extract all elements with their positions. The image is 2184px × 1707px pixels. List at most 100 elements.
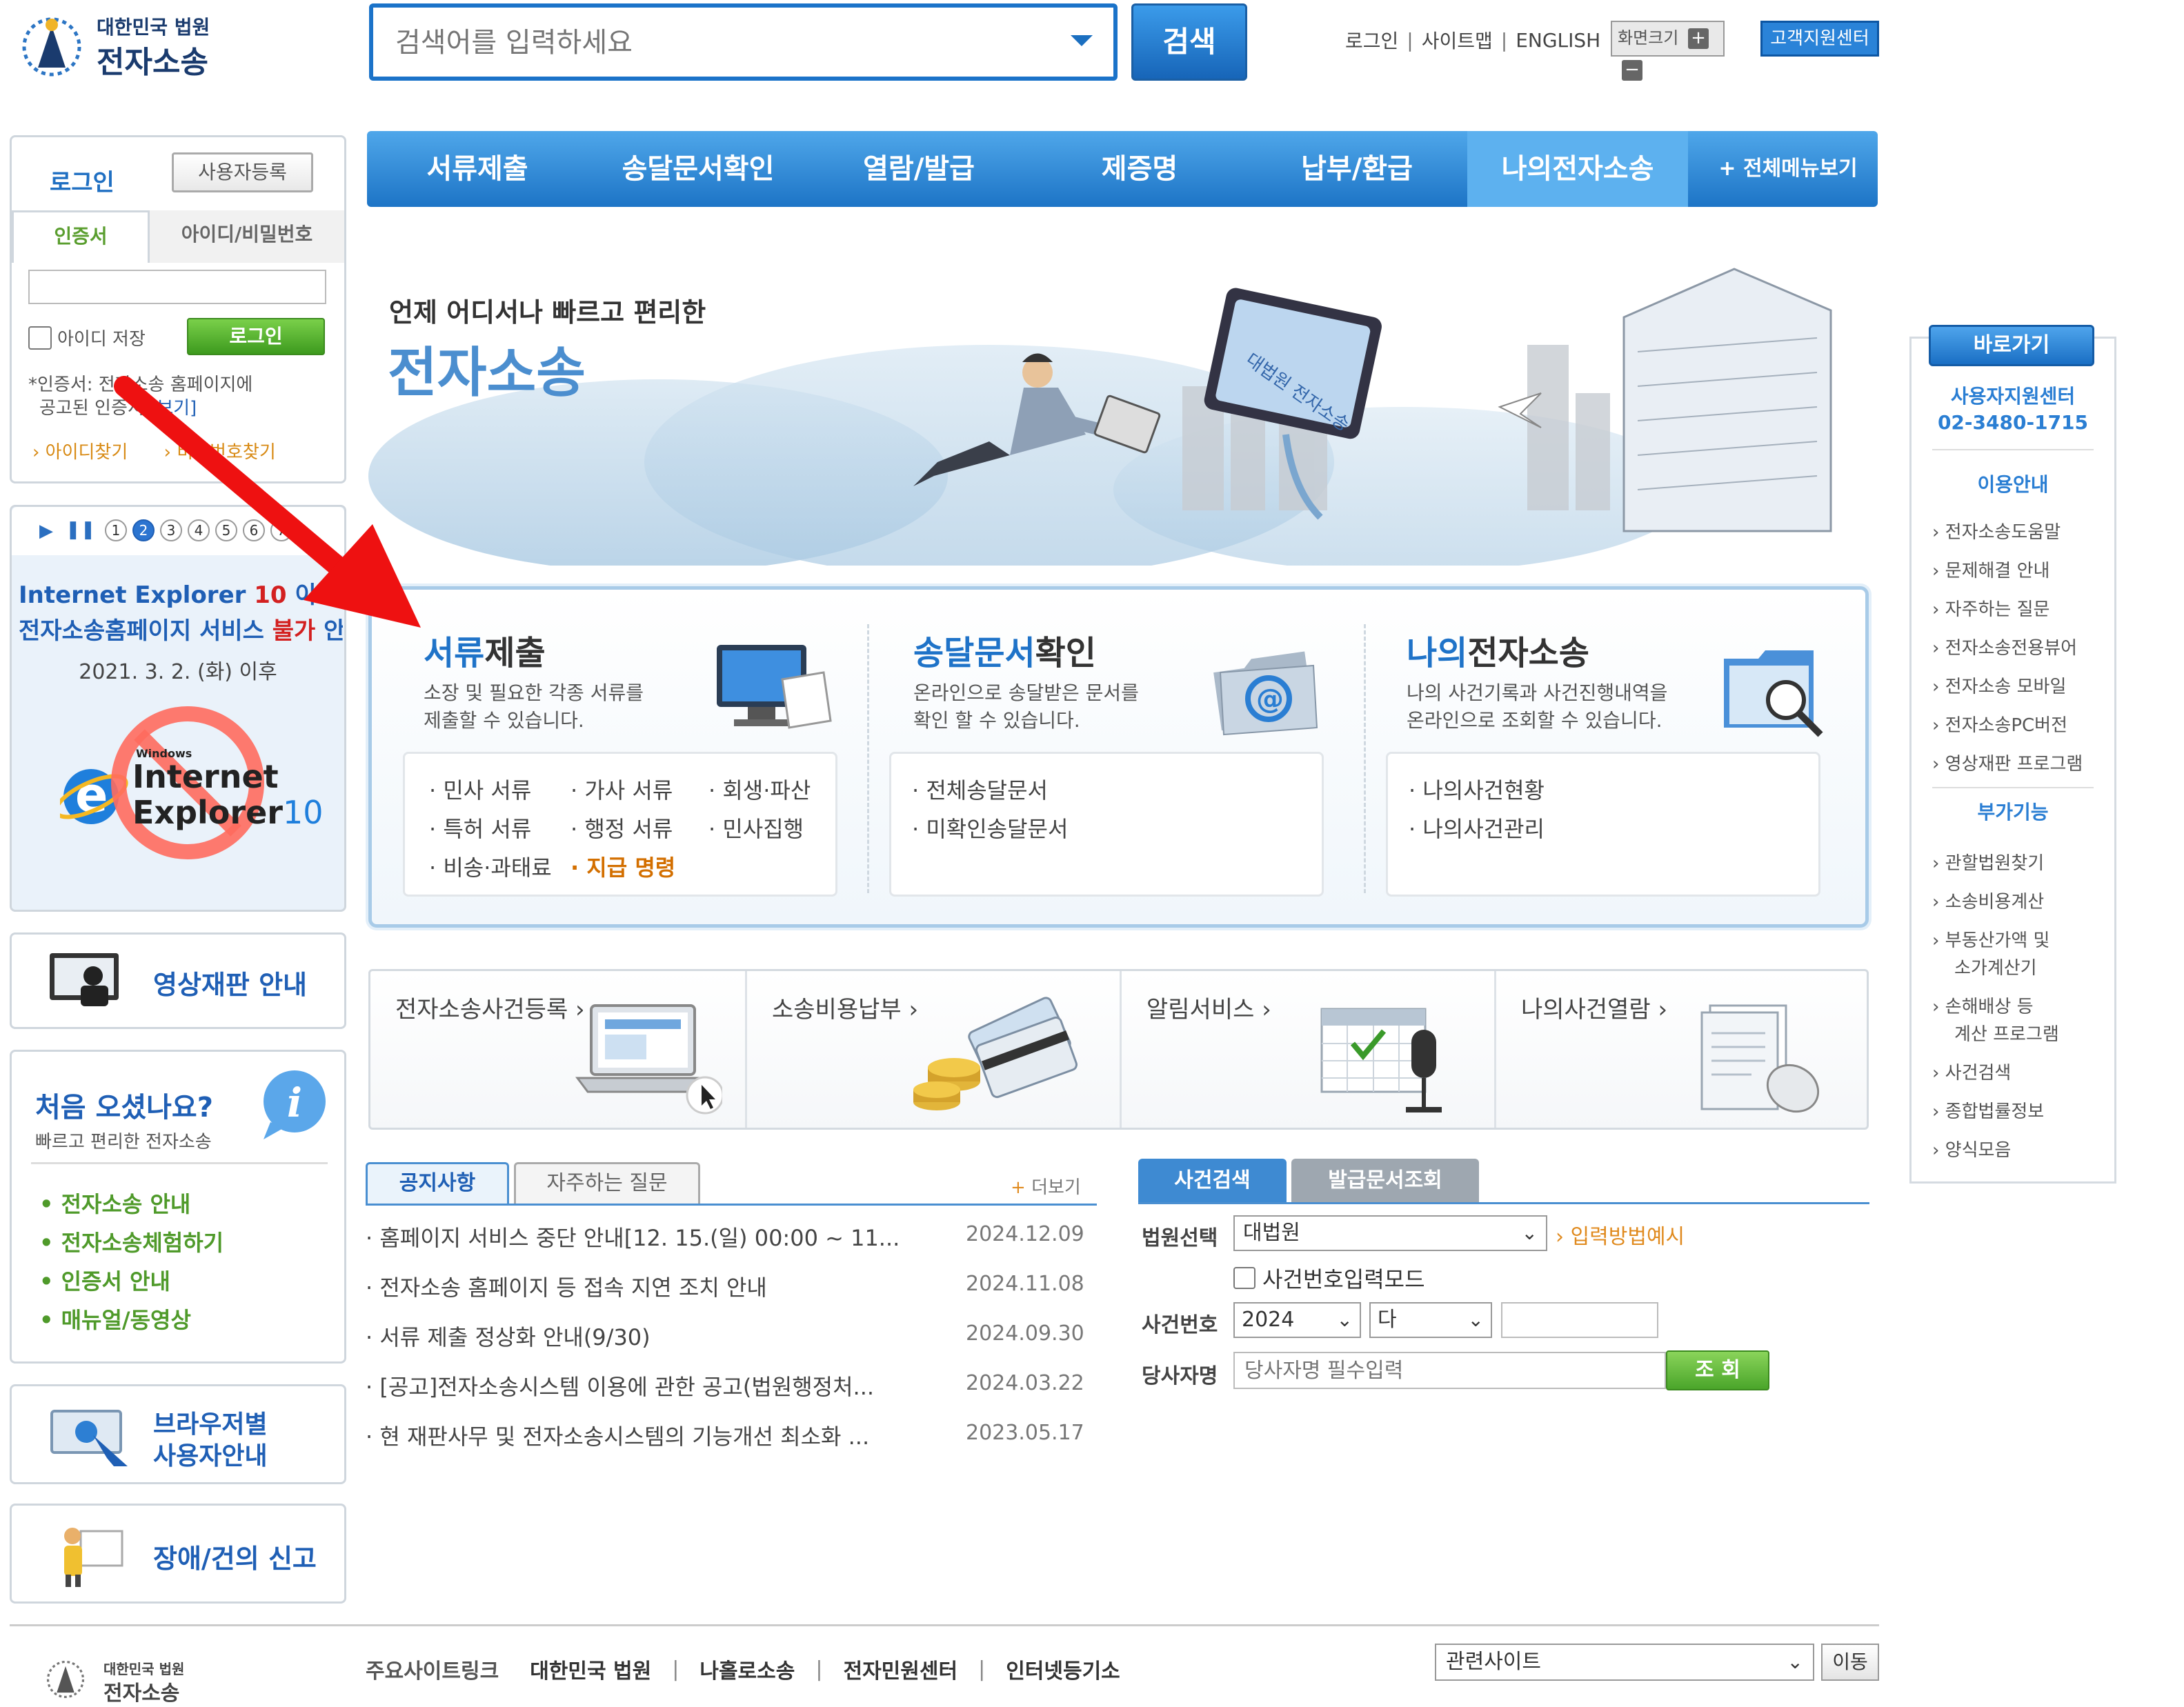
notice-row[interactable]: · [공고]전자소송시스템 이용에 관한 공고(법원행정처... — [366, 1370, 874, 1401]
video-trial-link[interactable]: 영상재판 안내 — [10, 932, 346, 1029]
font-minus-button[interactable]: − — [1622, 60, 1642, 81]
nav-item-my-case[interactable]: 나의전자소송 — [1467, 131, 1688, 207]
support-center-button[interactable]: 고객지원센터 — [1760, 21, 1879, 57]
footer-link-civil-petition[interactable]: 전자민원센터 — [843, 1654, 957, 1684]
nav-item-view-issue[interactable]: 열람/발급 — [808, 131, 1029, 207]
ie-text-1: Internet — [132, 758, 279, 795]
quick-link[interactable]: › 자주하는 질문 — [1932, 595, 2049, 621]
link-payment-order[interactable]: · 지급 명령 — [570, 850, 675, 882]
service-document-submit[interactable]: 서류제출 소장 및 필요한 각종 서류를 제출할 수 있습니다. · 민사 서류 … — [372, 590, 868, 924]
footer-link-court[interactable]: 대한민국 법원 — [530, 1654, 651, 1684]
divider — [1932, 787, 2094, 788]
link-civil[interactable]: · 민사 서류 — [429, 773, 531, 805]
quick-link[interactable]: › 영상재판 프로그램 — [1932, 750, 2083, 775]
nav-item-service-check[interactable]: 송달문서확인 — [588, 131, 808, 207]
nav-item-document-submit[interactable]: 서류제출 — [367, 131, 588, 207]
quick-link[interactable]: › 전자소송전용뷰어 — [1932, 634, 2077, 659]
go-button[interactable]: 이동 — [1821, 1644, 1879, 1681]
link-family[interactable]: · 가사 서류 — [570, 773, 673, 805]
quick-link[interactable]: › 관할법원찾기 — [1932, 849, 2044, 875]
footer-link-registry[interactable]: 인터넷등기소 — [1006, 1654, 1120, 1684]
tab-id-password[interactable]: 아이디/비밀번호 — [150, 210, 344, 263]
register-button[interactable]: 사용자등록 — [172, 152, 313, 192]
quick-link[interactable]: › 종합법률정보 — [1932, 1097, 2044, 1123]
sitemap-link[interactable]: 사이트맵 — [1422, 26, 1493, 54]
link-my-case-manage[interactable]: · 나의사건관리 — [1409, 812, 1545, 843]
notice-row[interactable]: · 전자소송 홈페이지 등 접속 지연 조치 안내 — [366, 1270, 767, 1302]
link-unchecked-delivery[interactable]: · 미확인송달문서 — [912, 812, 1068, 843]
chevron-down-icon: ⌄ — [1787, 1650, 1803, 1673]
nav-item-payment[interactable]: 납부/환급 — [1247, 131, 1467, 207]
first-visit-item-manual[interactable]: • 매뉴얼/동영상 — [39, 1303, 191, 1335]
pause-icon[interactable]: ❚❚ — [66, 519, 96, 540]
link-non-contentious[interactable]: · 비송·과태료 — [429, 850, 552, 882]
quick-link[interactable]: › 전자소송 모바일 — [1932, 672, 2066, 698]
play-icon[interactable]: ▶ — [39, 521, 53, 541]
tab-issued-doc[interactable]: 발급문서조회 — [1291, 1159, 1479, 1202]
related-site-select[interactable]: 관련사이트 ⌄ — [1435, 1644, 1814, 1681]
search-input[interactable] — [394, 23, 1017, 63]
chevron-down-icon: ⌄ — [1521, 1221, 1538, 1244]
search-button[interactable]: 검색 — [1131, 3, 1247, 81]
case-mode-checkbox[interactable] — [1233, 1267, 1255, 1289]
notice-date: 2024.11.08 — [966, 1272, 1084, 1296]
certificate-input[interactable] — [28, 270, 326, 304]
notice-row[interactable]: · 홈페이지 서비스 중단 안내[12. 15.(일) 00:00 ~ 11..… — [366, 1221, 900, 1252]
tab-case-search[interactable]: 사건검색 — [1138, 1159, 1287, 1202]
court-select[interactable]: 대법원 ⌄ — [1233, 1215, 1547, 1251]
service-my-case[interactable]: 나의전자소송 나의 사건기록과 사건진행내역을 온라인으로 조회할 수 있습니다.… — [1365, 590, 1865, 924]
year-select[interactable]: 2024 ⌄ — [1233, 1302, 1361, 1338]
link-bankruptcy[interactable]: · 회생·파산 — [708, 773, 811, 805]
case-serial-input[interactable] — [1501, 1302, 1658, 1338]
nav-all-menu[interactable]: + 전체메뉴보기 — [1709, 131, 1867, 207]
site-logo[interactable]: 대한민국 법원 전자소송 — [14, 10, 221, 86]
more-link[interactable]: + 더보기 — [1011, 1173, 1081, 1199]
font-plus-button[interactable]: + — [1687, 28, 1709, 49]
query-button[interactable]: 조 회 — [1666, 1350, 1769, 1390]
notice-row[interactable]: · 서류 제출 정상화 안내(9/30) — [366, 1320, 651, 1352]
case-type-select[interactable]: 다 ⌄ — [1369, 1302, 1492, 1338]
quick-link[interactable]: › 문제해결 안내 — [1932, 557, 2049, 582]
tab-certificate[interactable]: 인증서 — [12, 210, 150, 263]
quick-link[interactable]: › 전자소송PC버전 — [1932, 711, 2067, 737]
link-execution[interactable]: · 민사집행 — [708, 812, 804, 843]
first-visit-item-experience[interactable]: • 전자소송체험하기 — [39, 1226, 224, 1257]
tab-faq[interactable]: 자주하는 질문 — [514, 1162, 700, 1204]
quick-link-cont[interactable]: 계산 프로그램 — [1954, 1020, 2059, 1046]
quick-link[interactable]: › 손해배상 등 — [1932, 992, 2034, 1018]
english-link[interactable]: ENGLISH — [1516, 29, 1600, 52]
quick-link-cont[interactable]: 소가계산기 — [1954, 954, 2037, 979]
banner-date: 2021. 3. 2. (화) 이후 — [79, 660, 277, 684]
notice-row[interactable]: · 현 재판사무 및 전자소송시스템의 기능개선 최소화 ... — [366, 1419, 869, 1451]
party-name-input[interactable] — [1233, 1352, 1666, 1389]
quick-link[interactable]: › 양식모음 — [1932, 1136, 2011, 1161]
notice-title: 전자소송 홈페이지 등 접속 지연 조치 안내 — [379, 1275, 767, 1301]
save-id-checkbox[interactable] — [28, 326, 52, 350]
link-my-case-status[interactable]: · 나의사건현황 — [1409, 773, 1545, 805]
first-visit-item-cert[interactable]: • 인증서 안내 — [39, 1264, 170, 1296]
link-patent[interactable]: · 특허 서류 — [429, 812, 531, 843]
nav-item-certificate[interactable]: 제증명 — [1029, 131, 1250, 207]
login-button[interactable]: 로그인 — [187, 318, 325, 355]
first-visit-item-guide[interactable]: • 전자소송 안내 — [39, 1187, 190, 1219]
shortcut-case-register[interactable]: 전자소송사건등록 › — [370, 971, 745, 1128]
browser-guide-link[interactable]: 브라우저별 사용자안내 — [10, 1384, 346, 1484]
quick-link[interactable]: › 전자소송도움말 — [1932, 518, 2061, 543]
login-link[interactable]: 로그인 — [1345, 26, 1398, 54]
link-admin[interactable]: · 행정 서류 — [570, 812, 673, 843]
report-link[interactable]: 장애/건의 신고 — [10, 1504, 346, 1604]
quick-link[interactable]: › 사건검색 — [1932, 1059, 2011, 1084]
login-title: 로그인 — [50, 169, 115, 197]
quick-link[interactable]: › 부동산가액 및 — [1932, 926, 2049, 952]
tab-notices[interactable]: 공지사항 — [366, 1162, 509, 1204]
input-example-link[interactable]: › 입력방법예시 — [1556, 1219, 1685, 1250]
video-trial-label: 영상재판 안내 — [153, 970, 307, 1000]
quick-link[interactable]: › 소송비용계산 — [1932, 888, 2044, 913]
shortcut-my-case-view[interactable]: 나의사건열람 › — [1496, 971, 1869, 1128]
shortcut-fee-payment[interactable]: 소송비용납부 › — [747, 971, 1120, 1128]
footer-link-self-litigation[interactable]: 나홀로소송 — [699, 1654, 795, 1684]
link-all-delivery[interactable]: · 전체송달문서 — [912, 773, 1048, 805]
shortcut-alert-service[interactable]: 알림서비스 › — [1122, 971, 1494, 1128]
service-delivery-check[interactable]: 송달문서확인 온라인으로 송달받은 문서를 확인 할 수 있습니다. @ · 전체… — [868, 590, 1365, 924]
search-dropdown-icon[interactable] — [1071, 35, 1093, 46]
